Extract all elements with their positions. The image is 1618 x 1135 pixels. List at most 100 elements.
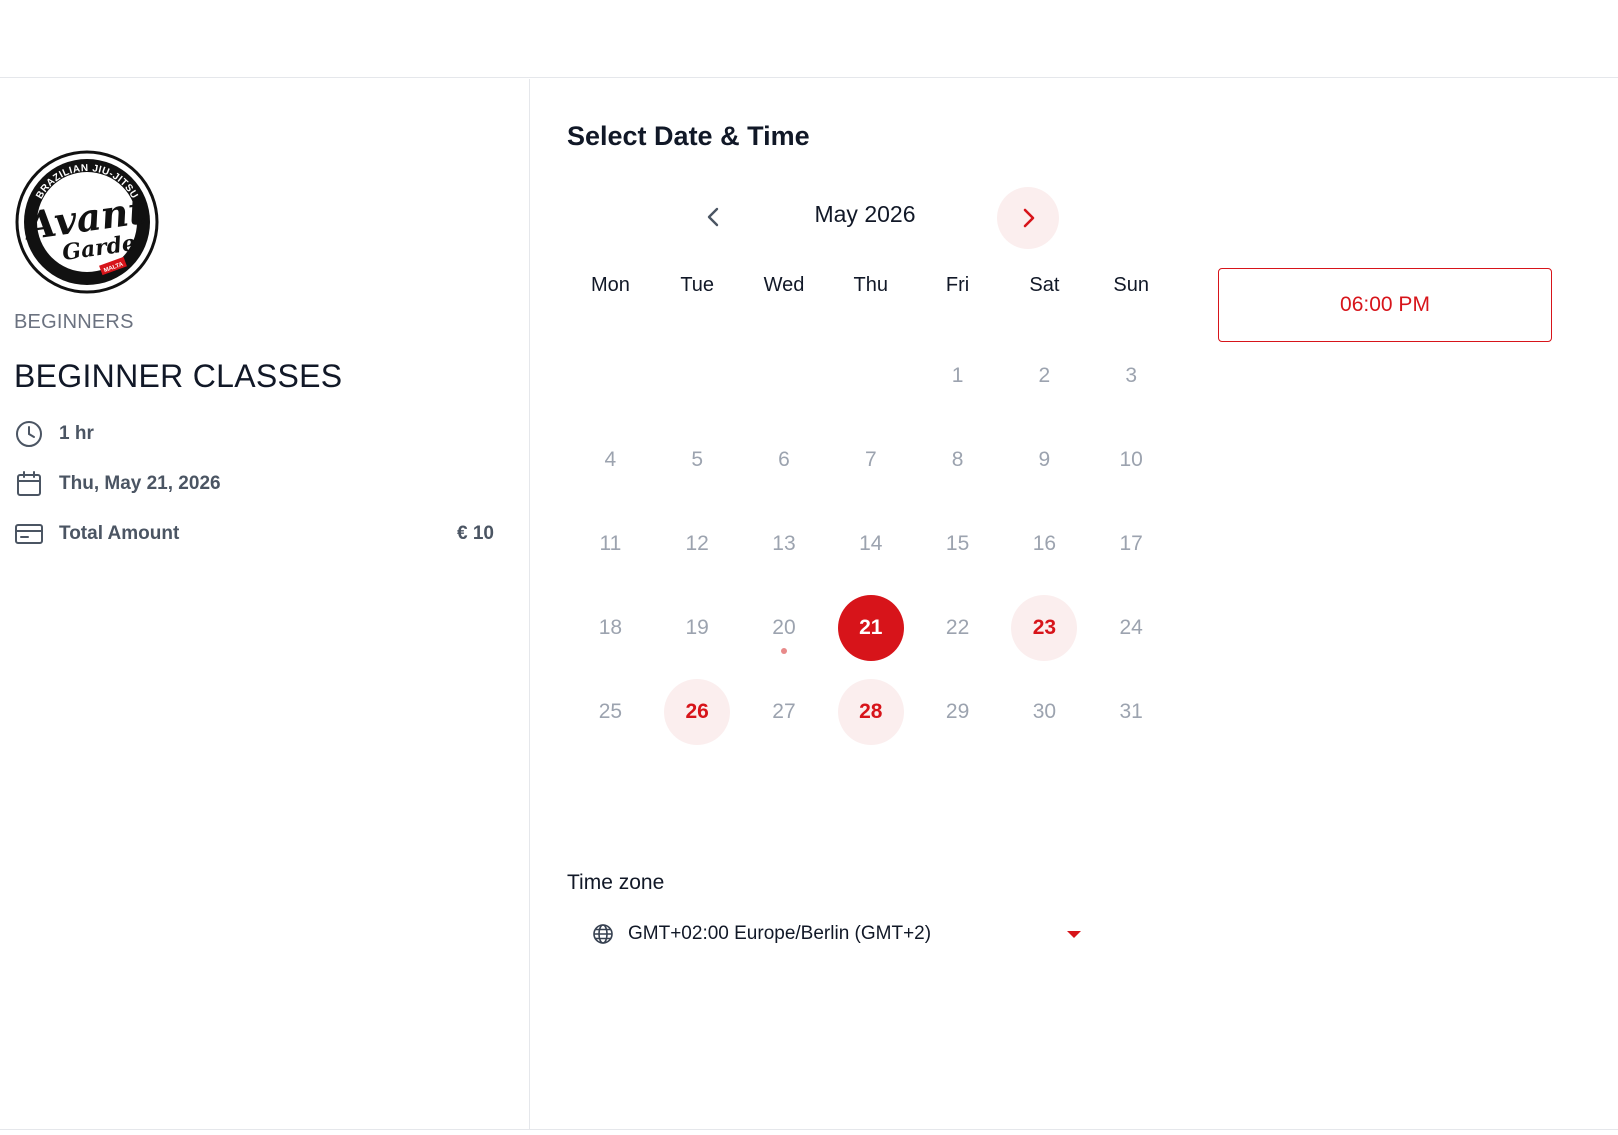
day-number: 22 <box>945 616 970 639</box>
day-cell-20: 20 <box>741 586 828 670</box>
day-cell-empty <box>827 334 914 418</box>
weekday-mon: Mon <box>590 274 630 296</box>
avant-garde-logo: BRAZILIAN JIU-JITSU Avant Garde MALTA <box>15 150 159 294</box>
day-number: 25 <box>598 700 623 723</box>
amount-value: € 10 <box>457 523 494 544</box>
day-cell-19: 19 <box>654 586 741 670</box>
day-cell-5: 5 <box>654 418 741 502</box>
day-cell-2: 2 <box>1001 334 1088 418</box>
day-cell-3: 3 <box>1088 334 1175 418</box>
event-title: BEGINNER CLASSES <box>14 358 343 394</box>
day-number: 21 <box>837 595 904 661</box>
current-month-label: May 2026 <box>814 201 916 227</box>
weekday-sat: Sat <box>1029 274 1060 296</box>
caret-down-icon <box>1067 931 1081 938</box>
timezone-value: GMT+02:00 Europe/Berlin (GMT+2) <box>628 923 932 944</box>
top-bar <box>0 0 1618 78</box>
day-cell-31: 31 <box>1088 670 1175 754</box>
day-number: 16 <box>1032 532 1057 555</box>
calendar-icon <box>14 469 44 499</box>
day-number: 19 <box>685 616 709 639</box>
day-number: 2 <box>1038 364 1051 387</box>
weekday-fri: Fri <box>945 274 970 296</box>
clock-icon <box>14 419 44 449</box>
day-cell-25: 25 <box>567 670 654 754</box>
day-number: 17 <box>1119 532 1143 555</box>
weekday-sun: Sun <box>1113 274 1149 296</box>
day-cell-12: 12 <box>654 502 741 586</box>
day-cell-empty <box>567 334 654 418</box>
day-cell-10: 10 <box>1088 418 1175 502</box>
timezone-label: Time zone <box>567 871 665 894</box>
amount-label: Total Amount <box>59 523 180 544</box>
day-number: 3 <box>1125 364 1138 387</box>
globe-icon <box>592 923 614 945</box>
next-month-button[interactable] <box>997 187 1059 249</box>
timezone-select[interactable]: GMT+02:00 Europe/Berlin (GMT+2) <box>567 909 1087 959</box>
day-number: 30 <box>1032 700 1057 723</box>
credit-card-icon <box>14 519 44 549</box>
day-number: 14 <box>859 532 883 555</box>
day-cell-30: 30 <box>1001 670 1088 754</box>
chevron-right-icon <box>1023 208 1035 228</box>
day-number: 5 <box>691 448 704 471</box>
day-cell-8: 8 <box>914 418 1001 502</box>
day-cell-empty <box>741 334 828 418</box>
bottom-divider <box>0 1129 1618 1130</box>
weekday-tue: Tue <box>680 274 715 296</box>
calendar-grid: 1 2 3 4 5 6 7 8 9 10 11 12 13 14 15 16 17 18 19 20 21 22 23 24 2… <box>567 334 1175 754</box>
day-number: 8 <box>951 448 964 471</box>
day-number: 28 <box>837 679 904 745</box>
date-row: Thu, May 21, 2026 <box>14 469 494 499</box>
day-number: 11 <box>599 532 622 555</box>
day-cell-1: 1 <box>914 334 1001 418</box>
day-cell-14: 14 <box>827 502 914 586</box>
day-cell-9: 9 <box>1001 418 1088 502</box>
day-cell-17: 17 <box>1088 502 1175 586</box>
duration-text: 1 hr <box>59 423 94 444</box>
chevron-left-icon <box>707 207 719 227</box>
day-number: 18 <box>598 616 623 639</box>
day-cell-13: 13 <box>741 502 828 586</box>
day-cell-24: 24 <box>1088 586 1175 670</box>
event-details-panel: BRAZILIAN JIU-JITSU Avant Garde MALTA BE… <box>0 79 530 1129</box>
day-number: 6 <box>778 448 790 471</box>
day-number: 9 <box>1038 448 1051 471</box>
previous-month-button[interactable] <box>684 187 744 247</box>
day-cell-29: 29 <box>914 670 1001 754</box>
day-cell-7: 7 <box>827 418 914 502</box>
day-number: 23 <box>1011 595 1078 661</box>
day-cell-16: 16 <box>1001 502 1088 586</box>
day-number: 4 <box>604 448 617 471</box>
day-cell-empty <box>654 334 741 418</box>
day-number: 26 <box>664 679 731 745</box>
day-number: 31 <box>1119 700 1143 723</box>
day-number: 29 <box>945 700 970 723</box>
today-indicator <box>780 648 787 654</box>
time-slot-button[interactable]: 06:00 PM <box>1218 268 1552 342</box>
day-number: 1 <box>951 364 964 387</box>
amount-row: Total Amount € 10 <box>14 519 494 549</box>
section-title: Select Date & Time <box>567 121 810 151</box>
day-number: 7 <box>864 448 877 471</box>
weekday-thu: Thu <box>853 274 889 296</box>
day-cell-6: 6 <box>741 418 828 502</box>
day-cell-11: 11 <box>567 502 654 586</box>
event-category: BEGINNERS <box>14 311 134 333</box>
day-cell-23[interactable]: 23 <box>1001 586 1088 670</box>
selected-date-text: Thu, May 21, 2026 <box>59 473 221 494</box>
day-number: 15 <box>945 532 970 555</box>
day-cell-28[interactable]: 28 <box>827 670 914 754</box>
weekday-header: Mon Tue Wed Thu Fri Sat Sun <box>567 274 1175 297</box>
day-number: 13 <box>772 532 796 555</box>
day-cell-26[interactable]: 26 <box>654 670 741 754</box>
day-cell-27: 27 <box>741 670 828 754</box>
day-cell-4: 4 <box>567 418 654 502</box>
date-time-panel: Select Date & Time May 2026 Mon Tue Wed Thu… <box>531 79 1618 1129</box>
day-cell-18: 18 <box>567 586 654 670</box>
day-number: 10 <box>1119 448 1143 471</box>
day-cell-21[interactable]: 21 <box>827 586 914 670</box>
day-number: 12 <box>685 532 709 555</box>
day-cell-15: 15 <box>914 502 1001 586</box>
day-number: 24 <box>1119 616 1143 639</box>
